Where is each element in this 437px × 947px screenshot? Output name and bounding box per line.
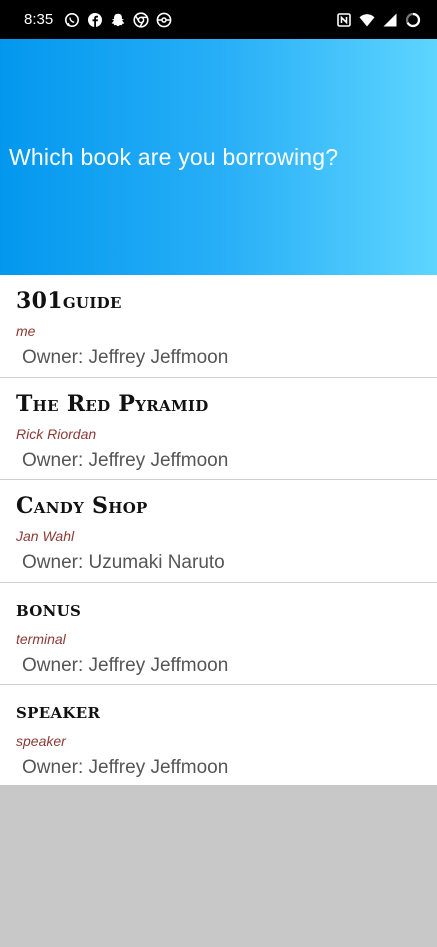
battery-icon — [405, 12, 421, 28]
page-header: Which book are you borrowing? — [0, 39, 437, 275]
book-list-item[interactable]: Candy Shop Jan Wahl Owner: Uzumaki Narut… — [0, 480, 437, 583]
book-owner: Owner: Jeffrey Jeffmoon — [22, 449, 229, 471]
book-author: me — [16, 323, 36, 339]
wifi-icon — [359, 12, 375, 28]
book-owner: Owner: Uzumaki Naruto — [22, 552, 225, 573]
book-title: bonus — [16, 595, 82, 622]
book-list-item[interactable]: The Red Pyramid Rick Riordan Owner: Jeff… — [0, 377, 437, 480]
facebook-icon — [87, 12, 103, 28]
book-author: Rick Riordan — [16, 425, 97, 442]
page-title: Which book are you borrowing? — [9, 143, 339, 170]
book-author: speaker — [16, 733, 66, 749]
book-title: 301guide — [16, 288, 122, 314]
status-left: 8:35 — [24, 11, 172, 28]
book-title: speaker — [16, 698, 101, 724]
chrome-icon — [133, 11, 149, 28]
book-author: terminal — [16, 630, 66, 647]
snapchat-icon — [110, 12, 126, 28]
book-list-item[interactable]: bonus terminal Owner: Jeffrey Jeffmoon — [0, 582, 437, 685]
book-owner: Owner: Jeffrey Jeffmoon — [22, 654, 229, 676]
book-title: Candy Shop — [16, 493, 148, 519]
book-list-item[interactable]: 301guide me Owner: Jeffrey Jeffmoon — [0, 275, 437, 378]
book-list: 301guide me Owner: Jeffrey Jeffmoon The … — [0, 275, 437, 788]
nfc-icon — [336, 12, 352, 28]
book-author: Jan Wahl — [16, 528, 75, 544]
status-time: 8:35 — [24, 11, 54, 28]
status-bar: 8:35 — [0, 0, 437, 39]
cell-signal-icon — [382, 12, 398, 28]
book-owner: Owner: Jeffrey Jeffmoon — [22, 757, 229, 778]
status-right — [336, 12, 421, 28]
pokeball-icon — [156, 12, 172, 28]
book-title: The Red Pyramid — [16, 390, 209, 417]
empty-background — [0, 785, 437, 947]
book-list-item[interactable]: speaker speaker Owner: Jeffrey Jeffmoon — [0, 685, 437, 788]
book-owner: Owner: Jeffrey Jeffmoon — [22, 347, 229, 368]
whatsapp-icon — [64, 12, 80, 28]
